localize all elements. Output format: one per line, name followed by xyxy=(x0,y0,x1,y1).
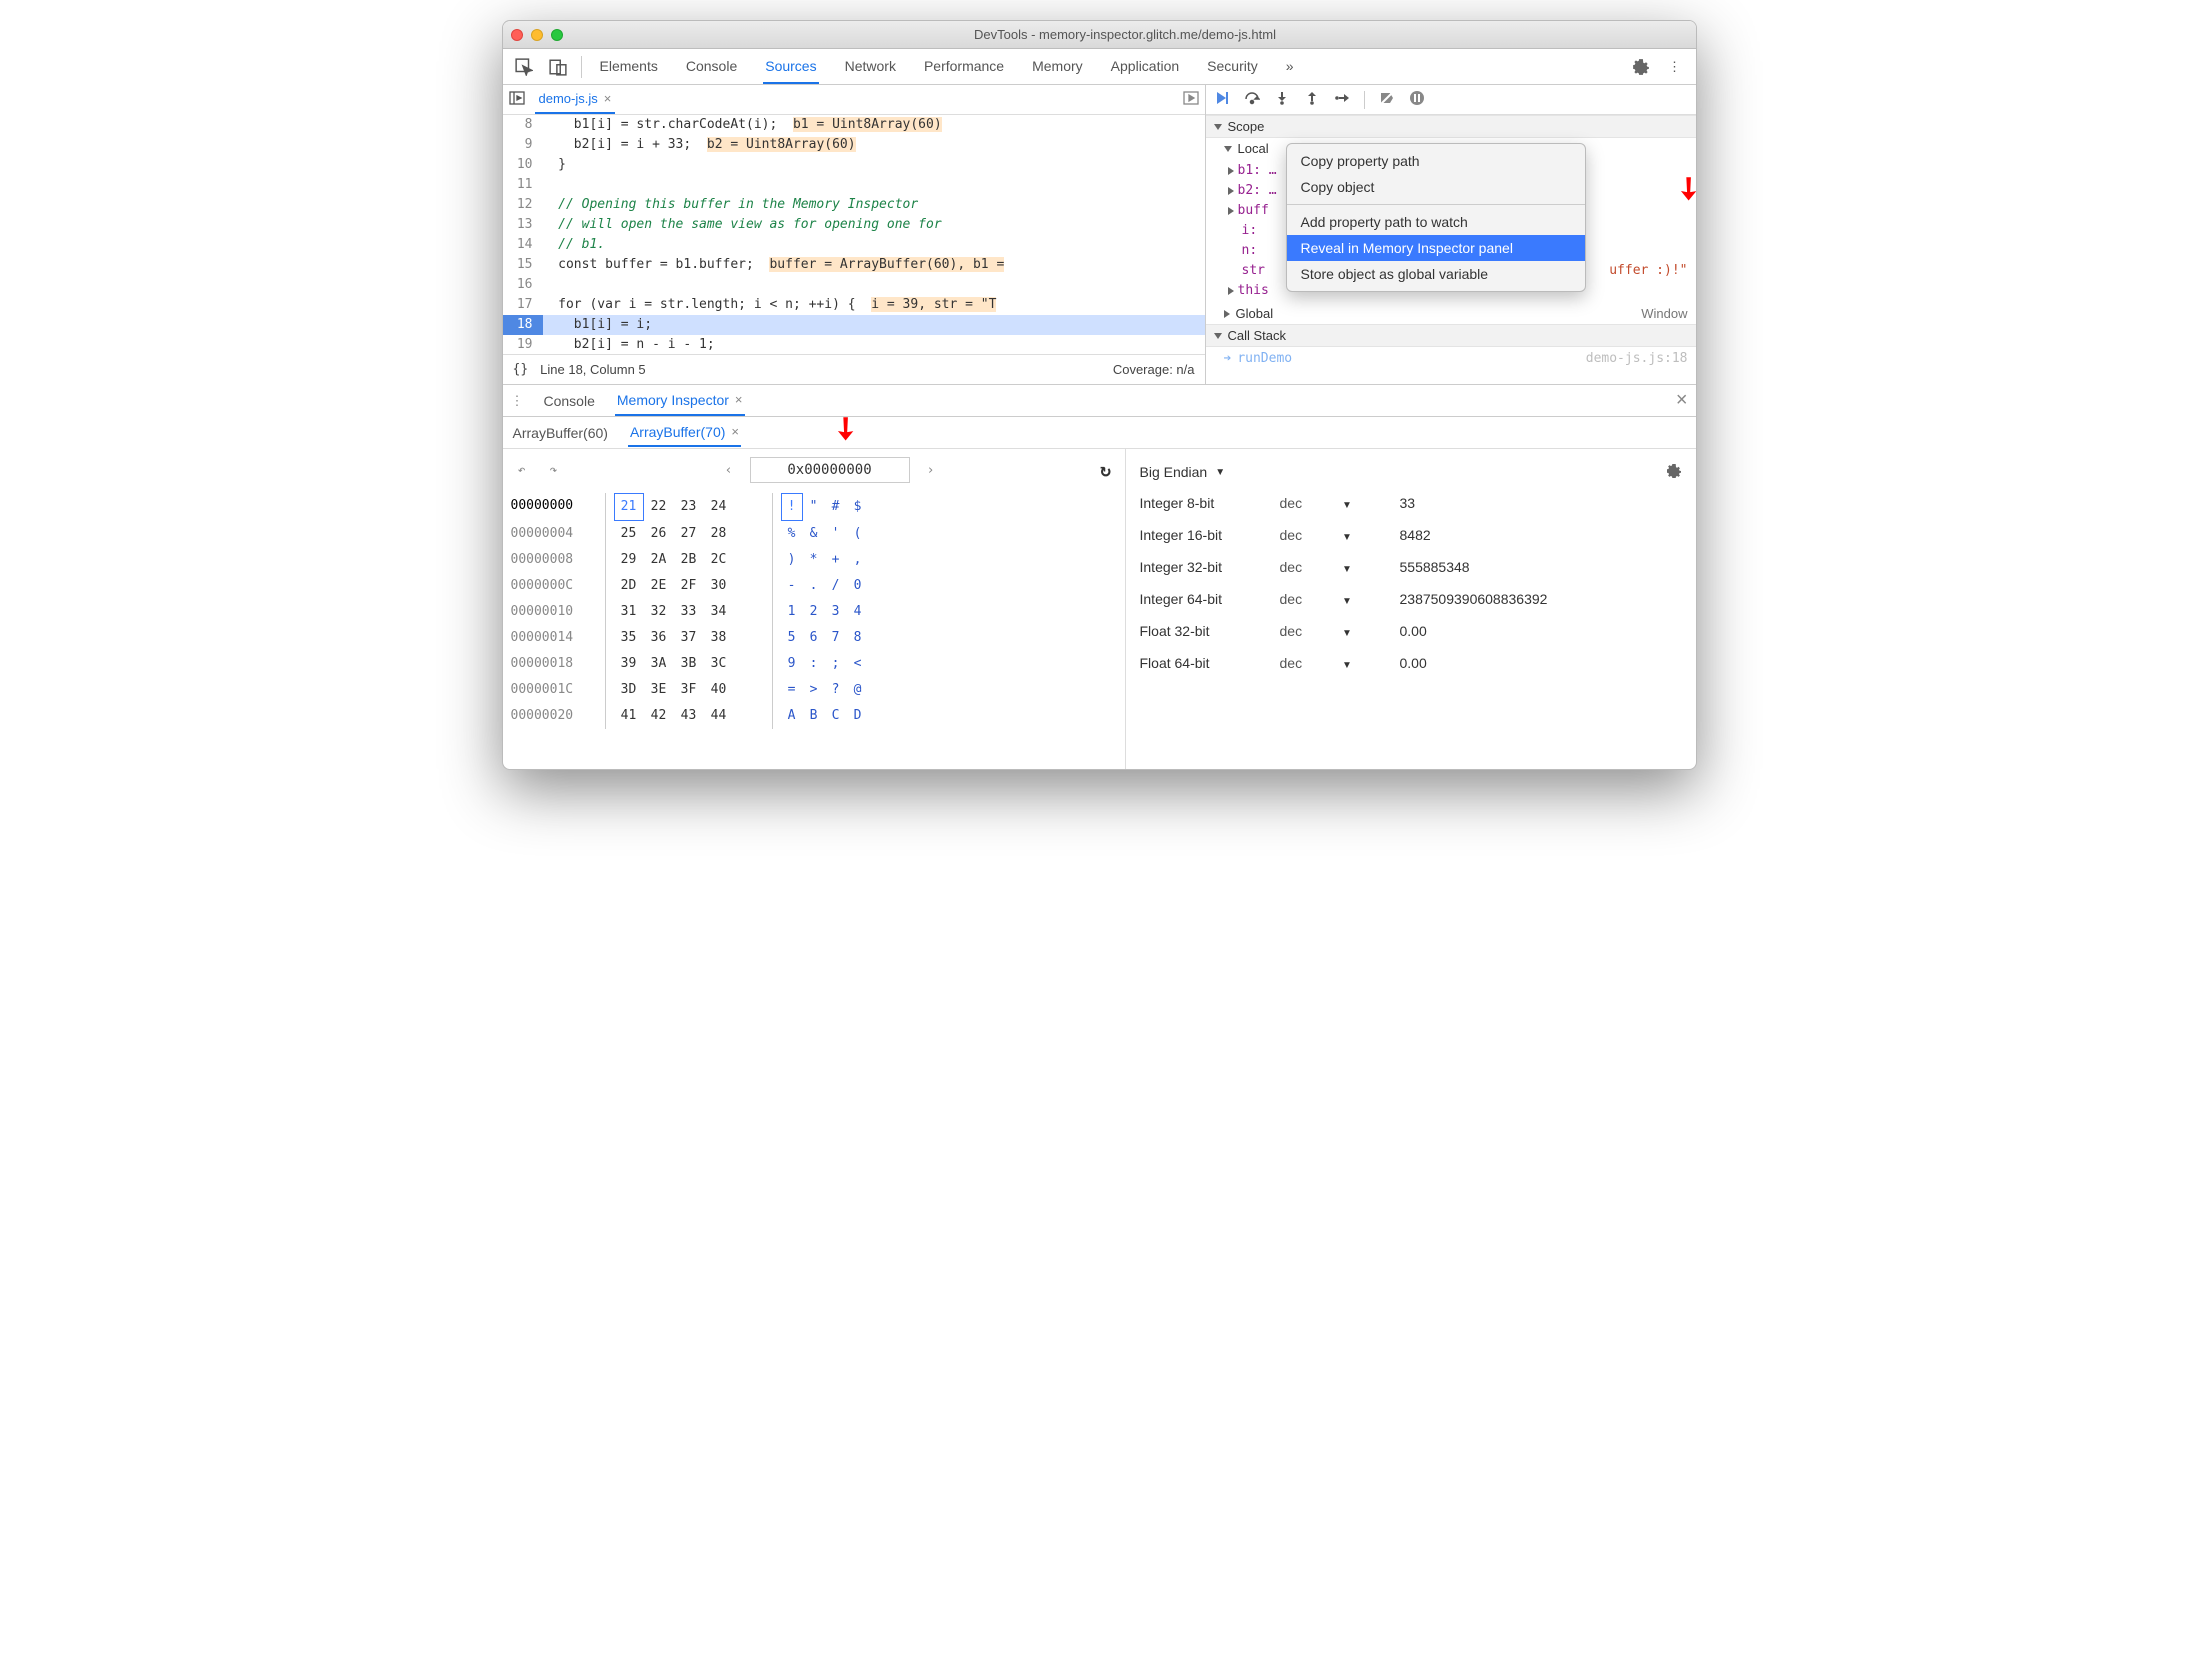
select-element-icon[interactable] xyxy=(509,53,539,81)
hex-grid[interactable]: 0000000021222324!"#$0000000425262728%&'(… xyxy=(511,493,1117,729)
navigator-toggle-icon[interactable] xyxy=(509,90,525,109)
value-format-select[interactable]: dec ▼ xyxy=(1280,591,1400,607)
zoom-window-button[interactable] xyxy=(551,29,563,41)
value-type-label: Integer 32-bit xyxy=(1140,559,1280,575)
buffer-tab-70[interactable]: ArrayBuffer(70) × xyxy=(628,419,741,447)
value-cell: 555885348 xyxy=(1400,559,1682,575)
menu-copy-path[interactable]: Copy property path xyxy=(1287,148,1585,174)
coverage-label: Coverage: n/a xyxy=(1113,362,1195,377)
debugger-toolbar xyxy=(1206,85,1696,115)
tab-security[interactable]: Security xyxy=(1205,50,1260,84)
value-type-label: Integer 64-bit xyxy=(1140,591,1280,607)
value-cell: 2387509390608836392 xyxy=(1400,591,1682,607)
endian-select[interactable]: Big Endian▼ xyxy=(1140,464,1226,480)
code-editor[interactable]: 8 b1[i] = str.charCodeAt(i); b1 = Uint8A… xyxy=(503,115,1205,354)
endian-row: Big Endian▼ xyxy=(1140,457,1682,487)
code-editor-pane: demo-js.js × 8 b1[i] = str.charCodeAt(i)… xyxy=(503,85,1206,384)
drawer-tab-console[interactable]: Console xyxy=(542,387,597,415)
value-cell: 33 xyxy=(1400,495,1682,511)
context-menu: Copy property path Copy object Add prope… xyxy=(1286,143,1586,292)
memory-nav: ↶ ↷ ‹ 0x00000000 › ↻ xyxy=(511,457,1117,483)
gear-icon[interactable] xyxy=(1626,53,1656,81)
tab-application[interactable]: Application xyxy=(1109,50,1182,84)
value-pane: Big Endian▼ Integer 8-bitdec ▼33Integer … xyxy=(1126,449,1696,769)
close-icon[interactable]: × xyxy=(731,424,739,439)
sources-panel: demo-js.js × 8 b1[i] = str.charCodeAt(i)… xyxy=(503,85,1696,385)
tab-overflow[interactable]: » xyxy=(1284,50,1296,84)
kebab-menu-icon[interactable]: ⋮ xyxy=(1660,53,1690,81)
callstack-frame[interactable]: ➔runDemo demo-js.js:18 xyxy=(1206,347,1696,371)
scope-header[interactable]: Scope xyxy=(1206,115,1696,138)
callstack-header[interactable]: Call Stack xyxy=(1206,324,1696,347)
address-input[interactable]: 0x00000000 xyxy=(750,457,910,483)
minimize-window-button[interactable] xyxy=(531,29,543,41)
value-format-select[interactable]: dec ▼ xyxy=(1280,623,1400,639)
file-tab-label: demo-js.js xyxy=(539,91,598,106)
step-into-icon[interactable] xyxy=(1274,90,1290,109)
value-type-label: Integer 8-bit xyxy=(1140,495,1280,511)
cursor-position: Line 18, Column 5 xyxy=(540,362,646,377)
traffic-lights xyxy=(511,29,563,41)
value-cell: 8482 xyxy=(1400,527,1682,543)
value-type-label: Integer 16-bit xyxy=(1140,527,1280,543)
tab-performance[interactable]: Performance xyxy=(922,50,1006,84)
prev-page-icon[interactable]: ‹ xyxy=(718,463,740,478)
menu-reveal-memory[interactable]: Reveal in Memory Inspector panel xyxy=(1287,235,1585,261)
panel-tabs: Elements Console Sources Network Perform… xyxy=(598,50,1622,84)
redo-icon[interactable]: ↷ xyxy=(543,463,565,478)
main-tabbar: Elements Console Sources Network Perform… xyxy=(503,49,1696,85)
tab-sources[interactable]: Sources xyxy=(763,50,818,84)
value-format-select[interactable]: dec ▼ xyxy=(1280,655,1400,671)
pause-exceptions-icon[interactable] xyxy=(1409,90,1425,109)
global-scope-header[interactable]: Global Window xyxy=(1206,303,1696,324)
deactivate-breakpoints-icon[interactable] xyxy=(1379,90,1395,109)
value-cell: 0.00 xyxy=(1400,623,1682,639)
value-type-label: Float 64-bit xyxy=(1140,655,1280,671)
gear-icon[interactable] xyxy=(1666,463,1682,482)
drawer-kebab-icon[interactable]: ⋮ xyxy=(511,393,524,409)
close-window-button[interactable] xyxy=(511,29,523,41)
value-type-label: Float 32-bit xyxy=(1140,623,1280,639)
step-over-icon[interactable] xyxy=(1244,90,1260,109)
buffer-tab-60[interactable]: ArrayBuffer(60) xyxy=(511,420,610,446)
hex-pane: ↶ ↷ ‹ 0x00000000 › ↻ 0000000021222324!"#… xyxy=(503,449,1126,769)
titlebar: DevTools - memory-inspector.glitch.me/de… xyxy=(503,21,1696,49)
value-cell: 0.00 xyxy=(1400,655,1682,671)
tab-memory[interactable]: Memory xyxy=(1030,50,1085,84)
close-icon[interactable]: × xyxy=(604,91,612,106)
devtools-window: DevTools - memory-inspector.glitch.me/de… xyxy=(502,20,1697,770)
close-icon[interactable]: × xyxy=(735,392,743,407)
drawer-tab-memory-inspector[interactable]: Memory Inspector × xyxy=(615,386,745,416)
step-icon[interactable] xyxy=(1334,90,1350,109)
value-format-select[interactable]: dec ▼ xyxy=(1280,495,1400,511)
value-format-select[interactable]: dec ▼ xyxy=(1280,559,1400,575)
file-tabbar: demo-js.js × xyxy=(503,85,1205,115)
refresh-icon[interactable]: ↻ xyxy=(1095,460,1117,481)
value-format-select[interactable]: dec ▼ xyxy=(1280,527,1400,543)
tab-elements[interactable]: Elements xyxy=(598,50,660,84)
tab-network[interactable]: Network xyxy=(843,50,898,84)
values-grid: Integer 8-bitdec ▼33Integer 16-bitdec ▼8… xyxy=(1140,495,1682,671)
next-page-icon[interactable]: › xyxy=(920,463,942,478)
tab-divider xyxy=(581,56,582,78)
step-out-icon[interactable] xyxy=(1304,90,1320,109)
file-tab-demo-js[interactable]: demo-js.js × xyxy=(535,85,616,114)
editor-statusbar: {} Line 18, Column 5 Coverage: n/a xyxy=(503,354,1205,384)
buffer-tabbar: ArrayBuffer(60) ArrayBuffer(70) × ➘ xyxy=(503,417,1696,449)
pretty-print-icon[interactable]: {} xyxy=(513,362,529,377)
memory-inspector-panel: ↶ ↷ ‹ 0x00000000 › ↻ 0000000021222324!"#… xyxy=(503,449,1696,769)
close-drawer-icon[interactable]: × xyxy=(1676,389,1688,412)
undo-icon[interactable]: ↶ xyxy=(511,463,533,478)
menu-add-watch[interactable]: Add property path to watch xyxy=(1287,209,1585,235)
menu-store-global[interactable]: Store object as global variable xyxy=(1287,261,1585,287)
window-title: DevTools - memory-inspector.glitch.me/de… xyxy=(563,27,1688,42)
tab-console[interactable]: Console xyxy=(684,50,739,84)
device-toolbar-icon[interactable] xyxy=(543,53,573,81)
resume-icon[interactable] xyxy=(1214,90,1230,109)
menu-copy-object[interactable]: Copy object xyxy=(1287,174,1585,200)
debugger-pane: Scope Local b1: … b2: … buff i: n: struf… xyxy=(1206,85,1696,384)
run-snippet-icon[interactable] xyxy=(1183,90,1199,109)
drawer-tabbar: ⋮ Console Memory Inspector × × xyxy=(503,385,1696,417)
